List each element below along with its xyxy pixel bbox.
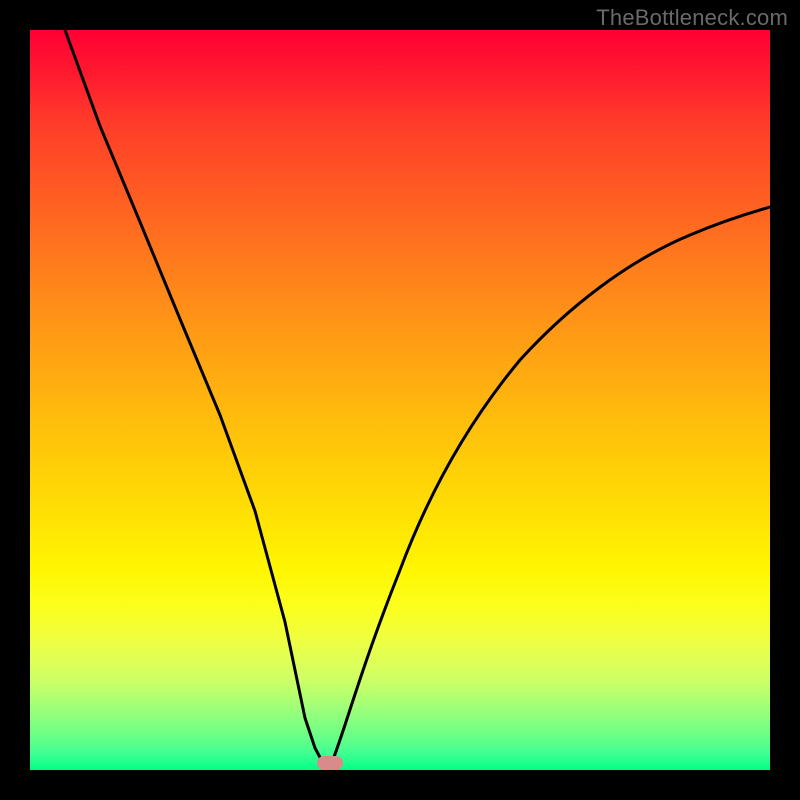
bottleneck-curve [30,30,770,770]
min-point-marker [317,756,343,770]
watermark-text: TheBottleneck.com [596,5,788,31]
plot-area [30,30,770,770]
chart-frame: TheBottleneck.com [0,0,800,800]
